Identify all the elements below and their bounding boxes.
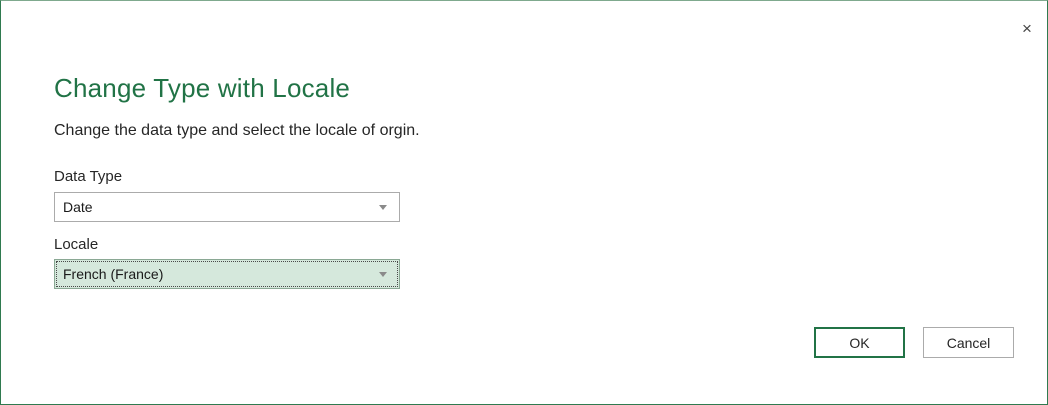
chevron-down-icon [379, 272, 387, 277]
data-type-label: Data Type [54, 168, 123, 185]
ok-button[interactable]: OK [814, 327, 905, 358]
change-type-with-locale-dialog: × Change Type with Locale Change the dat… [0, 0, 1048, 405]
dialog-title: Change Type with Locale [54, 73, 351, 103]
locale-value: French (France) [63, 266, 164, 282]
close-icon[interactable]: × [1017, 19, 1037, 39]
chevron-down-icon [379, 205, 387, 210]
data-type-select[interactable]: Date [54, 192, 400, 222]
dialog-description: Change the data type and select the loca… [54, 122, 420, 139]
locale-select[interactable]: French (France) [54, 259, 400, 289]
data-type-value: Date [63, 199, 93, 215]
cancel-button[interactable]: Cancel [923, 327, 1014, 358]
locale-label: Locale [54, 236, 99, 253]
